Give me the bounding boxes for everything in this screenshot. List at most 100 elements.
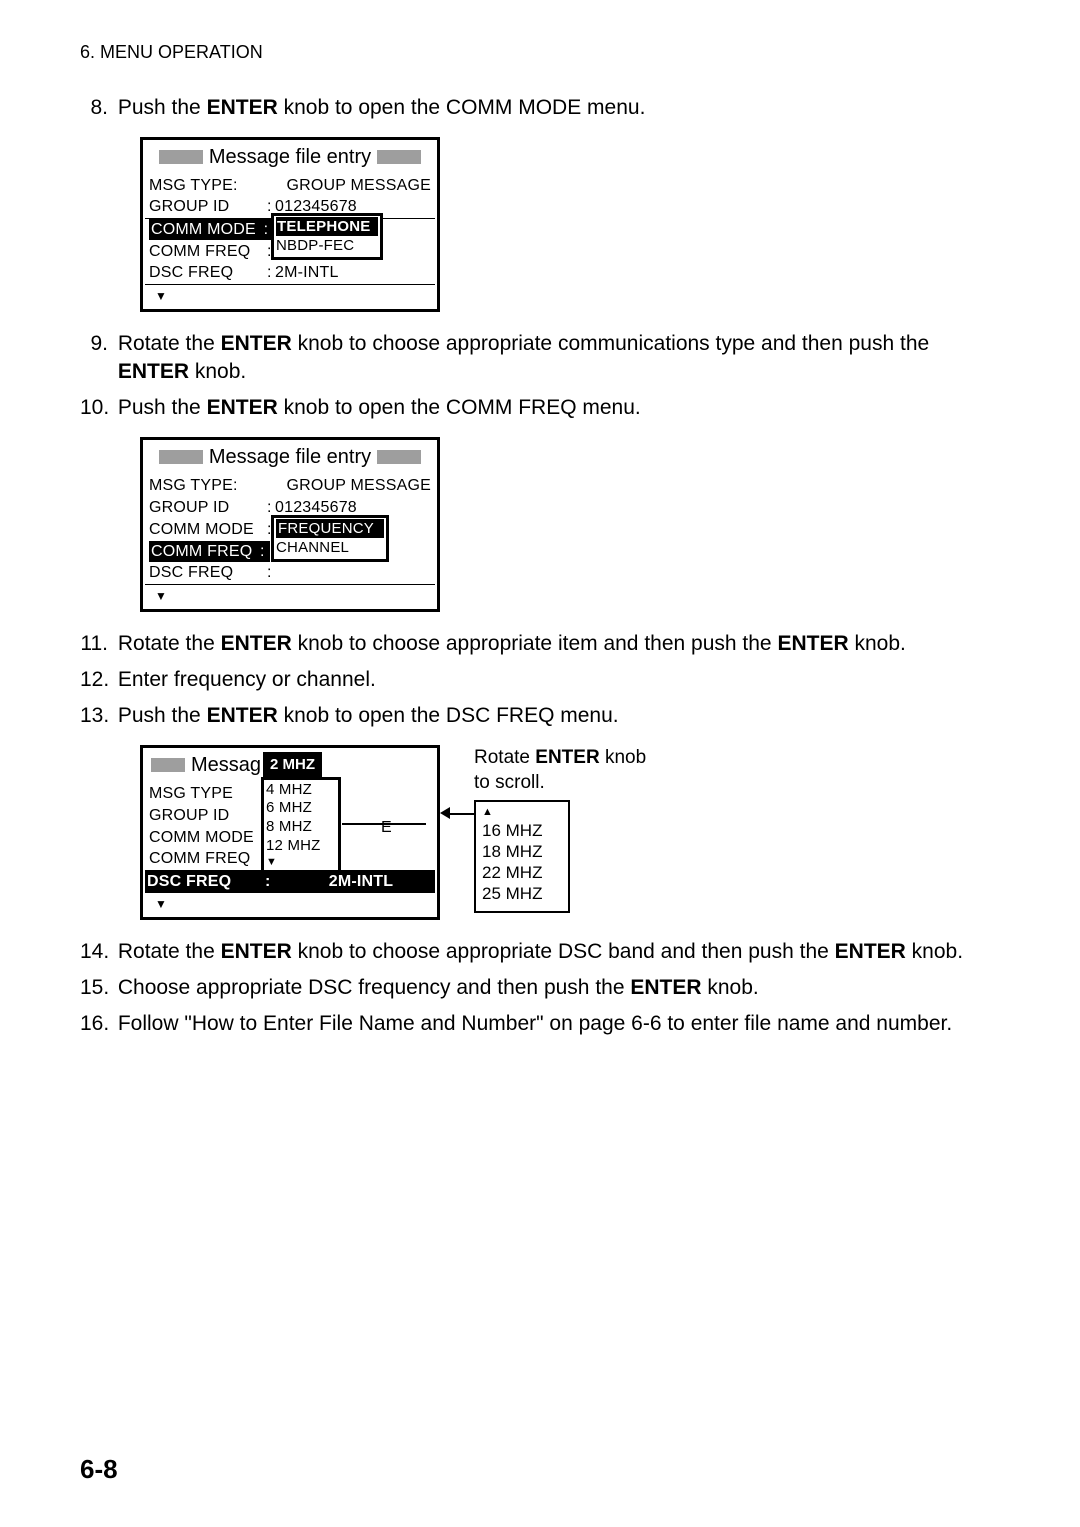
page-number: 6-8	[80, 1452, 118, 1487]
step-body: Enter frequency or channel.	[118, 666, 994, 694]
band-6mhz[interactable]: 6 MHZ	[266, 799, 336, 818]
lcd-body: MSG TYPE: GROUP MESSAGE GROUP ID : 01234…	[145, 175, 435, 307]
label: DSC FREQ	[149, 562, 267, 584]
popup-option-channel[interactable]: CHANNEL	[276, 538, 384, 558]
band-22mhz[interactable]: 22 MHZ	[482, 862, 562, 883]
band-8mhz[interactable]: 8 MHZ	[266, 818, 336, 837]
text: knob.	[189, 360, 246, 383]
enter-label: ENTER	[777, 632, 848, 655]
text: Rotate the	[118, 332, 221, 355]
row-dsc-freq: DSC FREQ : 2M-INTL	[145, 871, 435, 893]
step-num: 11.	[80, 630, 108, 658]
step-9: 9. Rotate the ENTER knob to choose appro…	[80, 330, 1000, 387]
band-list-top[interactable]: 2 MHZ	[263, 752, 322, 778]
step-16: 16. Follow "How to Enter File Name and N…	[80, 1010, 1000, 1038]
label: MSG TYPE:	[149, 175, 267, 197]
text: Rotate the	[118, 632, 221, 655]
enter-label: ENTER	[207, 96, 278, 119]
lcd-title-cut: Messag	[191, 752, 261, 779]
section-header: 6. MENU OPERATION	[80, 40, 1000, 64]
enter-label: ENTER	[835, 940, 906, 963]
step-num: 15.	[80, 974, 108, 1002]
enter-label: ENTER	[221, 332, 292, 355]
text: knob.	[906, 940, 963, 963]
colon: :	[267, 562, 275, 584]
scroll-down-icon	[145, 893, 435, 915]
scroll-up-icon	[482, 806, 562, 820]
label: GROUP ID	[149, 196, 267, 218]
step-num: 10.	[80, 394, 108, 422]
colon: :	[265, 871, 289, 893]
text: knob to open the COMM FREQ menu.	[278, 396, 641, 419]
scroll-hint: Rotate ENTER knob to scroll. 16 MHZ 18 M…	[474, 745, 646, 913]
band-18mhz[interactable]: 18 MHZ	[482, 841, 562, 862]
step-body: Push the ENTER knob to open the COMM MOD…	[118, 94, 994, 122]
lcd-title: Message file entry	[209, 444, 371, 471]
row-comm-mode: COMM MODE : TELEPHONE NBDP-FEC	[145, 219, 435, 241]
popup-option-frequency[interactable]: FREQUENCY	[276, 519, 384, 539]
step-8: 8. Push the ENTER knob to open the COMM …	[80, 94, 1000, 122]
comm-freq-popup: FREQUENCY CHANNEL	[271, 515, 389, 562]
step-10: 10. Push the ENTER knob to open the COMM…	[80, 394, 1000, 422]
band-list-popup: 4 MHZ 6 MHZ 8 MHZ 12 MHZ ▼	[261, 777, 341, 874]
enter-label: ENTER	[207, 396, 278, 419]
label: COMM MODE	[151, 221, 256, 238]
label: GROUP ID	[149, 497, 267, 519]
text: Push the	[118, 96, 207, 119]
popup-option-telephone[interactable]: TELEPHONE	[276, 217, 378, 237]
value: 2M-INTL	[275, 262, 431, 284]
band-16mhz[interactable]: 16 MHZ	[482, 820, 562, 841]
row-msg-type: MSG TYPE: GROUP MESSAGE	[145, 475, 435, 497]
label: COMM MODE	[149, 519, 267, 541]
label: MSG TYPE:	[149, 475, 267, 497]
text: Rotate	[474, 747, 535, 768]
step-11: 11. Rotate the ENTER knob to choose appr…	[80, 630, 1000, 658]
value: GROUP MESSAGE	[267, 175, 431, 197]
step-body: Choose appropriate DSC frequency and the…	[118, 974, 994, 1002]
text: Push the	[118, 396, 207, 419]
scroll-hint-line1: Rotate ENTER knob	[474, 745, 646, 771]
arrow-left-icon	[440, 807, 450, 819]
text: knob to choose appropriate communication…	[292, 332, 929, 355]
text: Choose appropriate DSC frequency and the…	[118, 976, 631, 999]
connector-line	[342, 823, 426, 825]
label: DSC FREQ	[149, 262, 267, 284]
text: knob	[600, 747, 646, 768]
title-bar-left	[159, 450, 203, 464]
band-25mhz[interactable]: 25 MHZ	[482, 883, 562, 904]
scroll-extra-box: 16 MHZ 18 MHZ 22 MHZ 25 MHZ	[474, 800, 570, 913]
scroll-down-icon: ▼	[266, 856, 336, 870]
step-num: 16.	[80, 1010, 108, 1038]
band-4mhz[interactable]: 4 MHZ	[266, 781, 336, 800]
row-msg-type: MSG TYPE: GROUP MESSAGE	[145, 175, 435, 197]
label: COMM FREQ	[149, 848, 267, 870]
lcd-dsc-freq: Messag 2 MHZ MSG TYPE GROUP ID COMM MODE…	[140, 745, 440, 920]
scroll-down-icon	[145, 285, 435, 307]
enter-label: ENTER	[207, 704, 278, 727]
value: GROUP MESSAGE	[267, 475, 431, 497]
scroll-down-icon	[145, 585, 435, 607]
title-bar-left	[159, 150, 203, 164]
label: MSG TYPE	[149, 783, 267, 805]
comm-mode-popup: TELEPHONE NBDP-FEC	[271, 213, 383, 260]
label: COMM MODE	[149, 827, 267, 849]
step-body: Follow "How to Enter File Name and Numbe…	[118, 1010, 994, 1038]
step-12: 12. Enter frequency or channel.	[80, 666, 1000, 694]
lcd-title-row: Message file entry	[145, 142, 435, 175]
colon: :	[257, 543, 268, 560]
lcd-title: Message file entry	[209, 144, 371, 171]
text: Rotate the	[118, 940, 221, 963]
connector-line	[450, 813, 474, 815]
step-num: 14.	[80, 938, 108, 966]
label: COMM FREQ	[151, 543, 252, 560]
band-12mhz[interactable]: 12 MHZ	[266, 837, 336, 856]
popup-option-nbdp-fec[interactable]: NBDP-FEC	[276, 236, 378, 256]
text: Push the	[118, 704, 207, 727]
enter-label: ENTER	[221, 632, 292, 655]
lcd-title-row: Message file entry	[145, 442, 435, 475]
step-body: Push the ENTER knob to open the COMM FRE…	[118, 394, 994, 422]
step-body: Rotate the ENTER knob to choose appropri…	[118, 630, 994, 658]
lcd-comm-freq: Message file entry MSG TYPE: GROUP MESSA…	[140, 437, 440, 612]
label: DSC FREQ	[147, 871, 265, 893]
step-num: 13.	[80, 702, 108, 730]
